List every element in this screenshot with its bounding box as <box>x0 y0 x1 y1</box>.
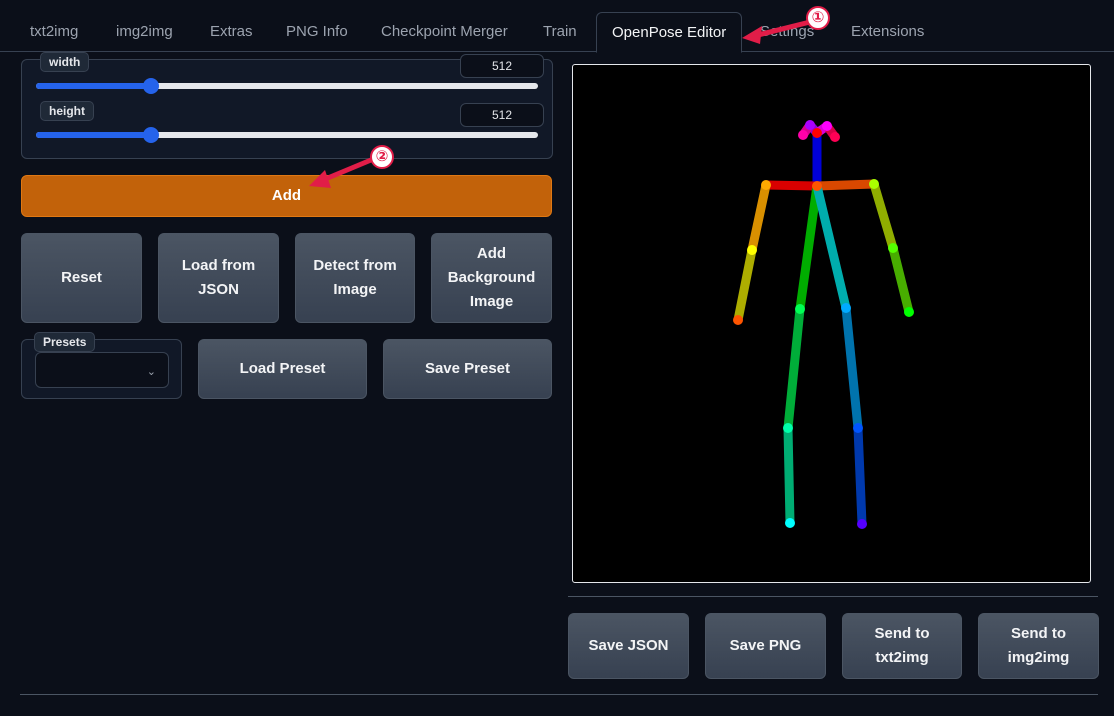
reset-button[interactable]: Reset <box>21 233 142 323</box>
save-preset-button[interactable]: Save Preset <box>383 339 552 399</box>
tab-openpose-editor[interactable]: OpenPose Editor <box>596 12 743 53</box>
right-forearm <box>733 245 757 325</box>
right-hip-joint[interactable] <box>795 304 805 314</box>
add-button[interactable]: Add <box>21 175 552 217</box>
presets-panel: Presets ⌄ <box>21 332 182 399</box>
height-input[interactable]: 512 <box>460 103 544 127</box>
tab-png-info[interactable]: PNG Info <box>286 22 348 42</box>
openpose-skeleton[interactable] <box>573 65 1090 582</box>
left-elbow-joint[interactable] <box>888 243 898 253</box>
tab-txt2img[interactable]: txt2img <box>30 22 78 42</box>
width-label: width <box>40 52 90 72</box>
send-to-txt2img-button[interactable]: Send to txt2img <box>842 613 962 679</box>
divider-right <box>568 596 1098 597</box>
right-ankle-joint[interactable] <box>785 518 795 528</box>
divider-bottom <box>20 694 1098 695</box>
pose-canvas[interactable] <box>572 64 1091 583</box>
tab-extensions[interactable]: Extensions <box>851 22 924 42</box>
right-elbow-joint[interactable] <box>747 245 757 255</box>
chevron-down-icon: ⌄ <box>146 366 156 378</box>
left-knee-joint[interactable] <box>853 423 863 433</box>
height-slider[interactable] <box>36 127 538 143</box>
width-slider-thumb[interactable] <box>143 78 160 94</box>
left-hip-joint[interactable] <box>841 303 851 313</box>
save-png-button[interactable]: Save PNG <box>705 613 826 679</box>
width-slider-fill <box>36 83 152 89</box>
left-torso <box>812 181 851 313</box>
right-wrist-joint[interactable] <box>733 315 743 325</box>
width-slider[interactable] <box>36 78 538 94</box>
height-label: height <box>40 101 94 121</box>
save-json-button[interactable]: Save JSON <box>568 613 689 679</box>
width-input[interactable]: 512 <box>460 54 544 78</box>
load-from-json-button[interactable]: Load from JSON <box>158 233 279 323</box>
right-upper-arm <box>747 180 771 255</box>
presets-select[interactable]: ⌄ <box>35 352 169 388</box>
tab-img2img[interactable]: img2img <box>116 22 173 42</box>
right-ear-joint[interactable] <box>798 130 808 140</box>
left-ear-joint[interactable] <box>830 132 840 142</box>
left-shoulder-joint[interactable] <box>869 179 879 189</box>
right-shoulder-joint[interactable] <box>761 180 771 190</box>
right-shoulder-limb <box>761 180 822 191</box>
tab-checkpoint-merger[interactable]: Checkpoint Merger <box>381 22 508 42</box>
annotation-marker-2: ② <box>370 145 394 169</box>
presets-label: Presets <box>34 332 96 352</box>
right-knee-joint[interactable] <box>783 423 793 433</box>
right-thigh <box>783 304 805 433</box>
annotation-marker-1: ① <box>806 6 830 30</box>
left-ankle-joint[interactable] <box>857 519 867 529</box>
left-forearm <box>888 243 914 317</box>
left-shoulder-limb <box>812 179 879 191</box>
detect-from-image-button[interactable]: Detect from Image <box>295 233 415 323</box>
tab-extras[interactable]: Extras <box>210 22 253 42</box>
left-wrist-joint[interactable] <box>904 307 914 317</box>
left-thigh <box>841 303 863 433</box>
nose-joint[interactable] <box>812 128 822 138</box>
dimensions-panel: width 512 height 512 <box>21 52 553 159</box>
neck-joint[interactable] <box>812 181 822 191</box>
right-shin <box>783 423 795 528</box>
tab-train[interactable]: Train <box>543 22 577 42</box>
height-slider-thumb[interactable] <box>143 127 160 143</box>
left-upper-arm <box>869 179 898 253</box>
right-torso <box>795 181 822 314</box>
height-slider-fill <box>36 132 152 138</box>
add-background-image-button[interactable]: Add Background Image <box>431 233 552 323</box>
load-preset-button[interactable]: Load Preset <box>198 339 367 399</box>
left-shin <box>853 423 867 529</box>
tab-bar: txt2img img2img Extras PNG Info Checkpoi… <box>0 0 1114 53</box>
send-to-img2img-button[interactable]: Send to img2img <box>978 613 1099 679</box>
left-eye-joint[interactable] <box>822 121 832 131</box>
right-eye-joint[interactable] <box>805 120 815 130</box>
